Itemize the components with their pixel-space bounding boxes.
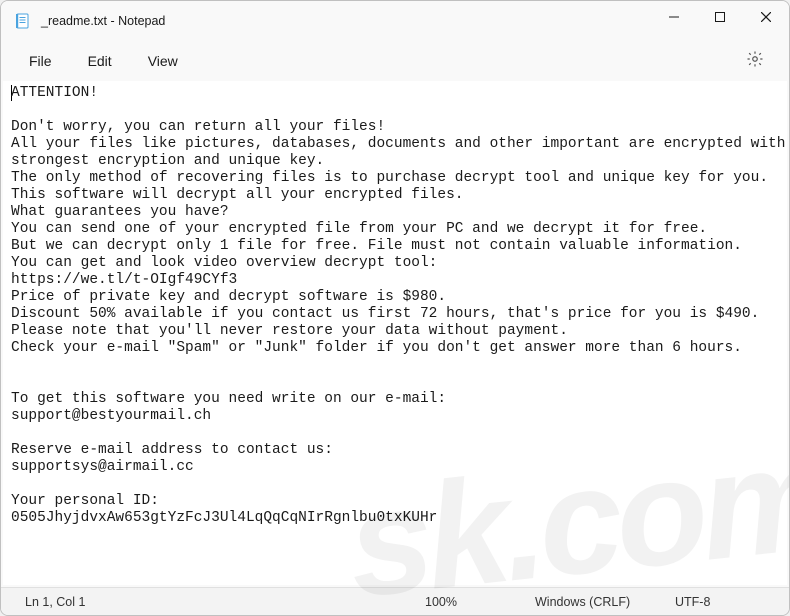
settings-button[interactable] [737, 43, 773, 79]
minimize-button[interactable] [651, 1, 697, 33]
status-line-endings[interactable]: Windows (CRLF) [515, 595, 655, 609]
menu-edit[interactable]: Edit [70, 45, 130, 77]
menu-file[interactable]: File [11, 45, 70, 77]
window-controls [651, 1, 789, 41]
notepad-icon [15, 13, 31, 29]
status-cursor-position: Ln 1, Col 1 [15, 595, 405, 609]
window-title: _readme.txt - Notepad [41, 14, 165, 28]
maximize-button[interactable] [697, 1, 743, 33]
status-encoding[interactable]: UTF-8 [655, 595, 775, 609]
gear-icon [746, 50, 764, 73]
document-content: ATTENTION! Don't worry, you can return a… [11, 85, 785, 527]
titlebar[interactable]: _readme.txt - Notepad [1, 1, 789, 41]
close-button[interactable] [743, 1, 789, 33]
statusbar: Ln 1, Col 1 100% Windows (CRLF) UTF-8 [1, 587, 789, 615]
menubar: File Edit View [1, 41, 789, 81]
menu-view[interactable]: View [130, 45, 196, 77]
status-zoom[interactable]: 100% [405, 595, 515, 609]
notepad-window: _readme.txt - Notepad File Edit View [0, 0, 790, 616]
text-editor[interactable]: ATTENTION! Don't worry, you can return a… [3, 81, 787, 585]
